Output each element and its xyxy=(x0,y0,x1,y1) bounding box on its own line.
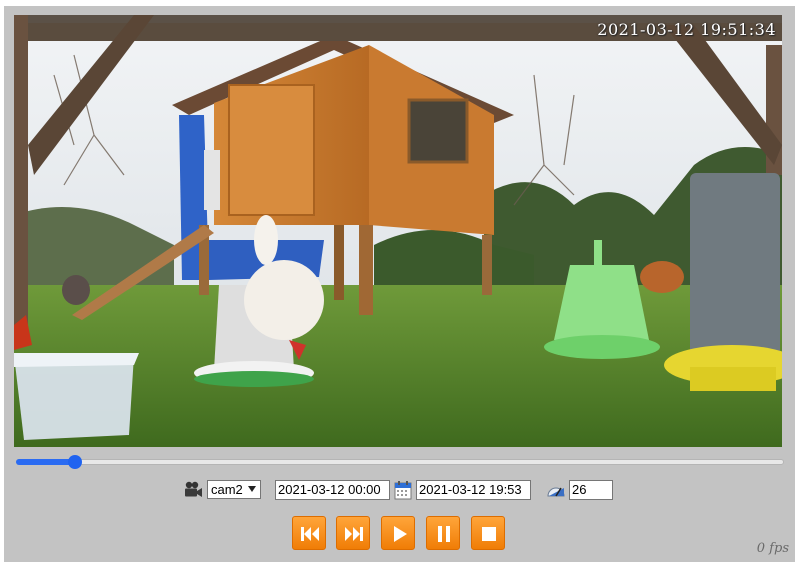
start-datetime-input[interactable]: 2021-03-12 00:00 xyxy=(275,480,390,500)
video-timestamp-overlay: 2021-03-12 19:51:34 xyxy=(597,20,776,39)
slider-thumb[interactable] xyxy=(68,455,82,469)
slider-track[interactable] xyxy=(16,459,784,465)
skip-back-icon xyxy=(301,527,319,541)
camera-scene-image xyxy=(14,15,782,447)
playback-buttons xyxy=(0,516,799,550)
rewind-button[interactable] xyxy=(292,516,326,550)
stop-icon xyxy=(482,527,496,541)
fps-input[interactable]: 26 xyxy=(569,480,613,500)
chevron-down-icon xyxy=(248,486,256,492)
stop-button[interactable] xyxy=(471,516,505,550)
end-datetime-input[interactable]: 2021-03-12 19:53 xyxy=(416,480,531,500)
slider-fill xyxy=(16,459,75,465)
pause-button[interactable] xyxy=(426,516,460,550)
camera-video-frame[interactable]: 2021-03-12 19:51:34 xyxy=(14,15,782,447)
speedometer-icon xyxy=(547,482,565,498)
pause-icon xyxy=(438,526,450,542)
play-button[interactable] xyxy=(381,516,415,550)
play-icon xyxy=(394,526,407,542)
calendar-icon[interactable] xyxy=(394,481,412,500)
playback-controls-bar: cam2 2021-03-12 00:00 2021-03-12 19:53 2… xyxy=(0,480,799,502)
playback-position-slider[interactable] xyxy=(16,455,784,469)
fps-status-label: 0 fps xyxy=(756,541,789,556)
camera-select[interactable]: cam2 xyxy=(207,480,261,499)
fast-forward-button[interactable] xyxy=(336,516,370,550)
skip-forward-icon xyxy=(345,527,363,541)
camera-select-value: cam2 xyxy=(211,482,243,497)
video-camera-icon xyxy=(183,481,203,499)
